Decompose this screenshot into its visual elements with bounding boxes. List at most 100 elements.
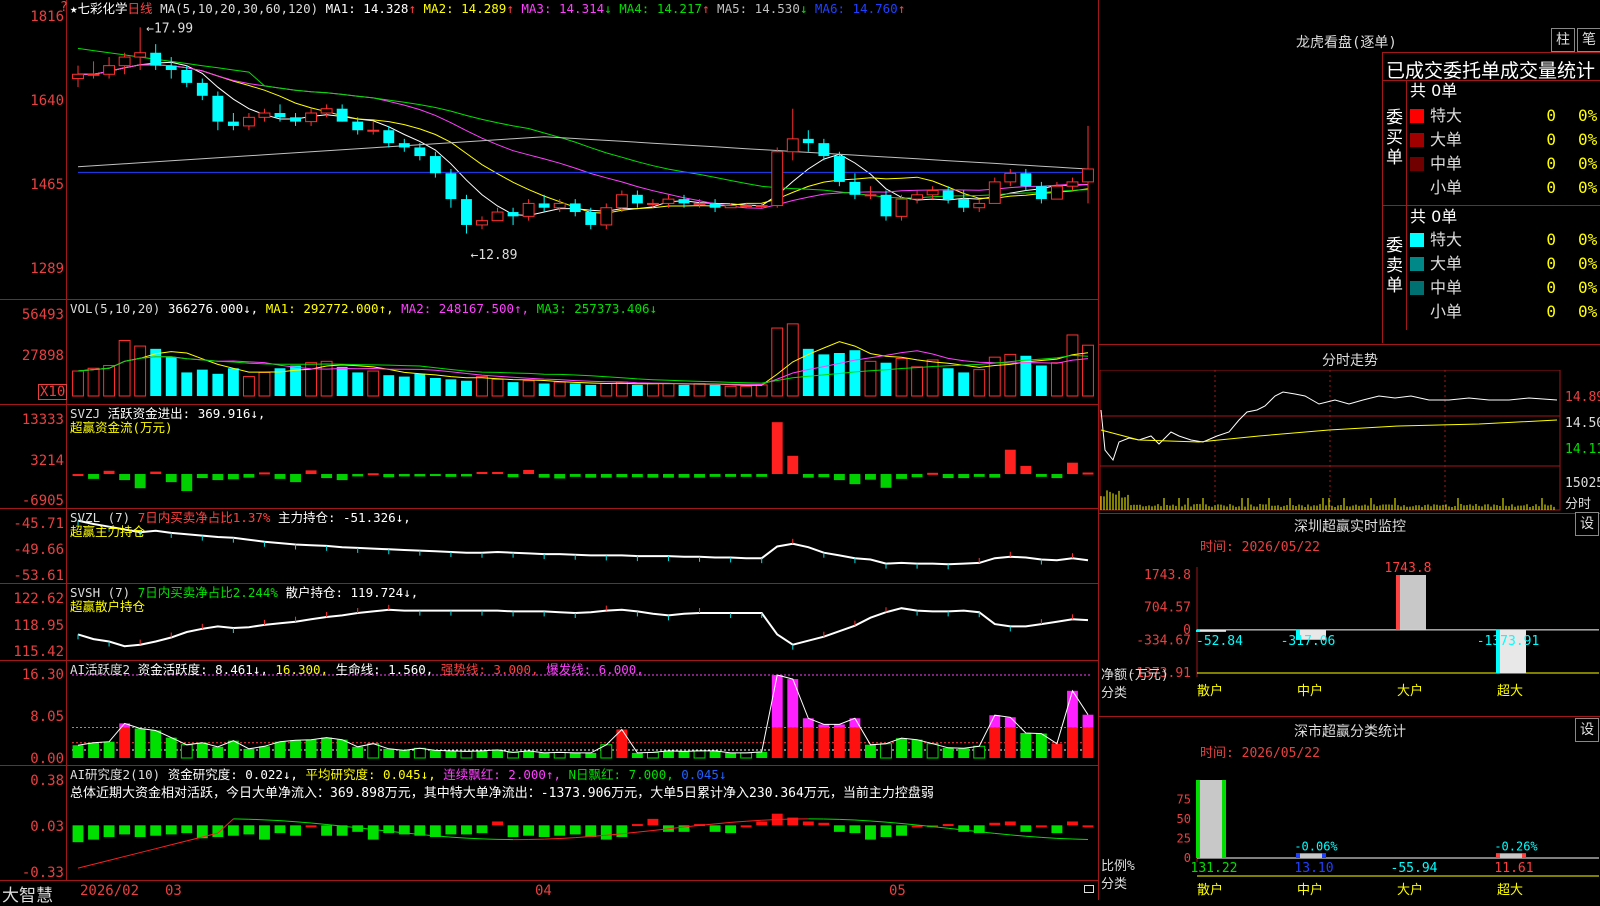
ai-research-bar [710,825,721,831]
ai-active-bar [694,751,705,758]
ai-research-bar [834,825,845,831]
color-swatch [1410,181,1424,195]
volume-bar [539,384,550,396]
main-chart-area[interactable]: ←17.99←12.89 ★七彩化学日线 MA(5,10,20,30,60,12… [0,0,1098,880]
volume-bar [197,370,208,396]
svzj-bar [585,474,596,478]
sz-class-settings-button[interactable]: 设 [1575,718,1599,742]
ma-line [78,65,1088,209]
price-tick: 1816 [0,10,64,24]
period-label[interactable]: 日线 [128,1,153,16]
x-label: 2026/02 [80,883,139,899]
monitor-value-label: -52.84 [1196,634,1243,649]
candle-body [104,66,115,75]
ai-active-bar [352,747,363,758]
volume-bar [1067,335,1078,396]
candle-body [461,199,472,225]
ai-research-line [466,838,482,839]
ai-active-bar [368,744,379,758]
color-swatch [1410,281,1424,295]
candle-body [197,83,208,96]
ai-research-line [482,839,498,840]
ma-line [78,137,1088,169]
color-swatch [1410,233,1424,247]
volume-bar [741,386,752,396]
candle-body [741,206,752,207]
lock-icon[interactable] [1084,885,1094,893]
ai-research-bar [1051,825,1062,833]
ai-research-bar [554,825,565,835]
ai-research-line [451,837,467,838]
volume-bar [881,363,892,396]
sz-monitor-chart[interactable]: 1743.8704.570-334.67-1373.91-52.84散户-317… [1099,555,1600,715]
svzj-bar [554,474,565,478]
ai-active-bar [414,748,425,758]
volume-bar [554,382,565,396]
candle-body [647,203,658,204]
ai-research-avg: 平均研究度: 0.045↓, [305,767,435,782]
ai-active-bar [1020,733,1031,758]
ai-active-bar [912,740,923,758]
ai-research-bar [632,824,643,826]
monitor-value-label: -1373.91 [1477,634,1540,649]
ai-research-line [575,837,591,838]
candle-body [492,212,503,221]
volume-bar [492,379,503,396]
monitor-bar-edge [1196,630,1200,632]
ai-active-bar [710,751,721,758]
svzl-sub: 超赢主力持仓 [70,525,145,539]
vol-title: VOL(5,10,20) [70,301,160,316]
order-size-label: 中单 [1430,277,1462,299]
svzj-bar [756,474,767,477]
volume-bar [477,377,488,396]
ai-research-bar [150,825,161,835]
ai-active-bar [896,738,907,758]
svzj-bar [228,474,239,479]
sz-class-chart[interactable]: 7550250131.22散户-0.06%13.10中户-55.94大户-0.2… [1099,762,1600,900]
candle-body [694,203,705,204]
ai-research-line [296,822,312,823]
svzj-bar [197,474,208,478]
svzj-bar [647,474,658,478]
candle-body [73,74,84,78]
chart-canvas[interactable]: ←17.99←12.89 [0,0,1098,880]
class-value-label: 131.22 [1191,861,1238,876]
svzj-bar [290,474,301,482]
svzj-bar [259,472,270,474]
volume-bar [368,371,379,396]
svzj-bar [632,474,643,477]
candle-body [756,206,767,207]
svzj-bar [135,474,146,488]
sz-monitor-settings-button[interactable]: 设 [1575,512,1599,536]
stock-name[interactable]: 七彩化学 [78,1,128,16]
svzj-bar [368,473,379,475]
ma-direction: ↑ [702,1,710,16]
volume-bar [104,365,115,396]
candle-body [927,191,938,195]
monitor-category-label: 超大 [1497,684,1523,699]
svzl-line [78,521,1088,565]
volume-bar [1036,365,1047,396]
volume-bar [414,374,425,396]
monitor-y-tick: -334.67 [1136,633,1191,648]
ai-research-bar [166,825,177,834]
volume-bar [694,384,705,396]
order-count: 0 [1542,129,1556,151]
color-swatch [1410,257,1424,271]
volume-bar [212,374,223,396]
monitor-bar [1196,630,1226,632]
candle-body [818,143,829,156]
ai-active-bar [663,751,674,758]
detail-view-button[interactable]: 笔 [1577,28,1600,52]
ai-research-bar [865,825,876,839]
column-view-button[interactable]: 柱 [1551,28,1575,52]
ai-research-line [1057,838,1073,839]
candle-body [150,53,161,66]
brand-label[interactable]: 大智慧 [2,881,53,906]
class-category-label: 散户 [1197,882,1223,898]
intraday-chart[interactable] [1099,370,1600,511]
svzj-bar [414,474,425,476]
candle-body [119,57,130,66]
candle-body [290,117,301,121]
volume-bar [166,357,177,396]
